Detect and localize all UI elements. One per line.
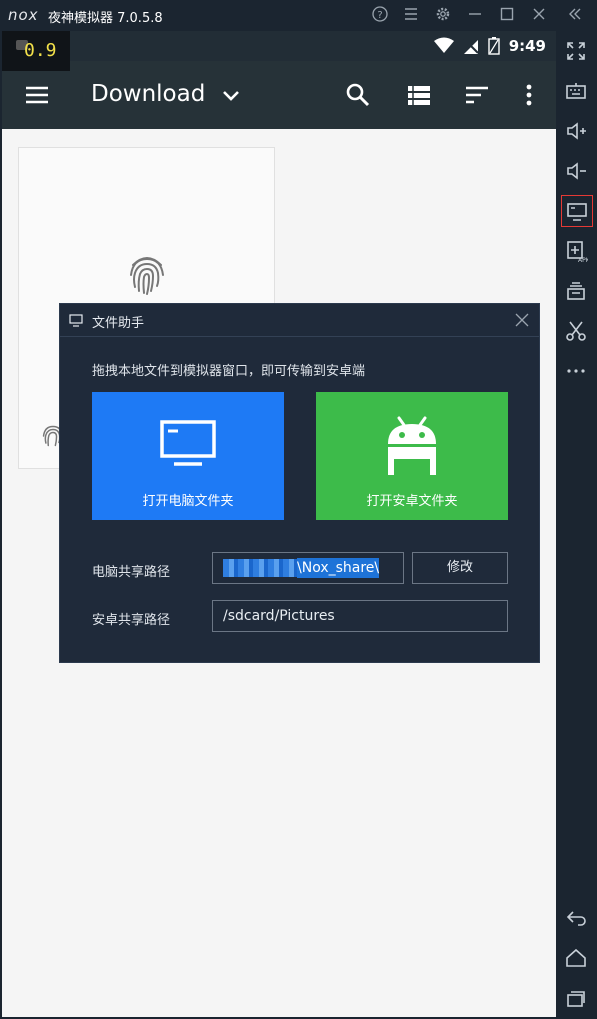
keyboard-icon[interactable]	[564, 79, 588, 103]
collapse-icon[interactable]	[565, 5, 585, 25]
pc-share-path-field[interactable]: \Nox_share\	[212, 552, 404, 584]
dialog-header: 文件助手	[60, 304, 539, 337]
nox-logo: nox	[8, 6, 39, 24]
svg-text:APK: APK	[578, 257, 588, 263]
status-bar: 9:49	[2, 31, 556, 61]
minimize-icon[interactable]	[465, 5, 485, 25]
emulator-window: nox 夜神模拟器 7.0.5.8 ? 0.9 9:49 Download 文件…	[0, 0, 597, 1019]
svg-text:?: ?	[377, 10, 382, 21]
install-apk-icon[interactable]: APK	[564, 239, 591, 264]
search-icon[interactable]	[345, 82, 371, 108]
android-robot-icon	[388, 416, 436, 475]
pc-share-path-value: \Nox_share\	[297, 558, 380, 578]
dialog-close-icon[interactable]	[513, 311, 531, 329]
volume-up-icon[interactable]	[564, 119, 588, 143]
edit-path-button[interactable]: 修改	[412, 552, 508, 584]
back-icon[interactable]	[564, 906, 588, 930]
scissors-icon[interactable]	[564, 319, 588, 343]
file-assistant-dialog: 文件助手 拖拽本地文件到模拟器窗口，即可传输到安卓端 打开电脑文件夹 打开安卓文…	[59, 303, 540, 663]
drag-hint-text: 拖拽本地文件到模拟器窗口，即可传输到安卓端	[92, 364, 366, 379]
fingerprint-icon	[130, 257, 164, 295]
app-bar: Download	[2, 61, 556, 129]
android-share-path-field[interactable]: /sdcard/Pictures	[212, 600, 508, 632]
redacted-path-segment	[223, 559, 297, 577]
multi-instance-icon[interactable]	[564, 279, 588, 303]
wifi-icon	[434, 37, 454, 53]
open-android-folder-button[interactable]: 打开安卓文件夹	[316, 392, 508, 520]
sort-icon[interactable]	[464, 82, 490, 108]
volume-down-icon[interactable]	[564, 159, 588, 183]
maximize-icon[interactable]	[497, 5, 517, 25]
more-vert-icon[interactable]	[516, 82, 542, 108]
fps-value: 0.9	[24, 40, 57, 61]
pc-share-path-label: 电脑共享路径	[92, 565, 171, 580]
status-time: 9:49	[508, 37, 546, 55]
chevron-down-icon[interactable]	[218, 82, 244, 108]
more-options-icon[interactable]	[564, 359, 588, 383]
monitor-icon	[69, 314, 83, 327]
recent-apps-icon[interactable]	[564, 986, 588, 1010]
android-share-path-label: 安卓共享路径	[92, 613, 171, 628]
window-title: 夜神模拟器 7.0.5.8	[48, 11, 163, 26]
open-pc-folder-button[interactable]: 打开电脑文件夹	[92, 392, 284, 520]
open-android-folder-label: 打开安卓文件夹	[366, 494, 458, 509]
list-view-icon[interactable]	[406, 82, 432, 108]
title-bar: nox 夜神模拟器 7.0.5.8 ?	[0, 0, 597, 31]
desktop-monitor-icon	[160, 420, 216, 466]
home-icon[interactable]	[564, 946, 588, 970]
close-icon[interactable]	[529, 5, 549, 25]
menu-icon[interactable]	[401, 5, 421, 25]
battery-icon	[488, 37, 500, 55]
file-assistant-icon[interactable]	[561, 195, 593, 227]
signal-icon	[463, 38, 479, 54]
open-pc-folder-label: 打开电脑文件夹	[142, 494, 234, 509]
settings-icon[interactable]	[433, 5, 453, 25]
folder-title[interactable]: Download	[91, 81, 205, 107]
dialog-title: 文件助手	[92, 316, 145, 331]
fps-overlay: 0.9	[2, 31, 70, 71]
side-toolbar: APK	[556, 31, 597, 1019]
fullscreen-icon[interactable]	[564, 39, 588, 63]
help-icon[interactable]: ?	[370, 5, 390, 25]
hamburger-menu-icon[interactable]	[24, 82, 50, 108]
